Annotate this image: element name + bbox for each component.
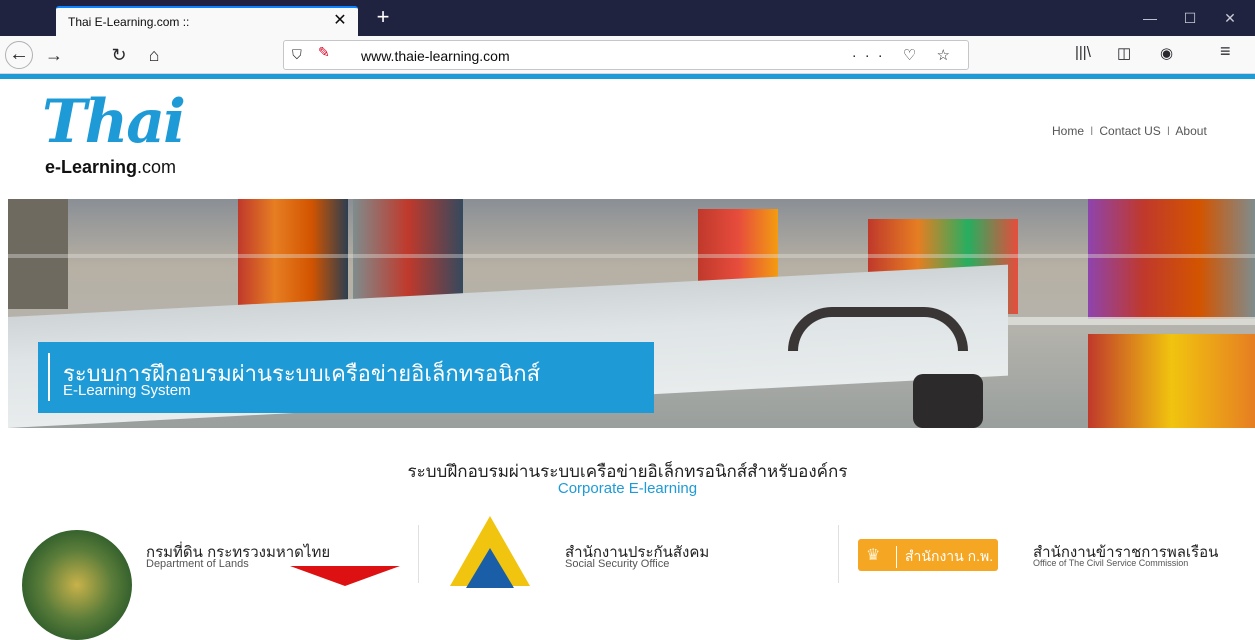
browser-titlebar: Thai E-Learning.com :: ✕ + — ☐ ✕	[0, 0, 1255, 36]
sidebar-icon[interactable]: ◫	[1117, 44, 1131, 62]
url-bar[interactable]: ⛉ ✎ www.thaie-learning.com ··· ♡ ☆	[283, 40, 969, 70]
org-sso-name-english[interactable]: Social Security Office	[565, 558, 669, 570]
nav-home-link[interactable]: Home	[1052, 124, 1084, 138]
org-ocsc-name-english[interactable]: Office of The Civil Service Commission	[1033, 558, 1188, 568]
nav-contact-link[interactable]: Contact US	[1099, 124, 1160, 138]
url-text[interactable]: www.thaie-learning.com	[361, 48, 510, 64]
library-icon[interactable]: |||\	[1075, 44, 1091, 61]
hero-caption: ระบบการฝึกอบรมผ่านระบบเครือข่ายอิเล็กทรอ…	[38, 342, 654, 413]
nav-separator: l	[1167, 124, 1170, 138]
ocsc-badge-text: สำนักงาน ก.พ.	[896, 546, 993, 568]
tab-title: Thai E-Learning.com ::	[68, 15, 190, 29]
reload-icon[interactable]: ↻	[105, 41, 133, 69]
org-divider	[418, 525, 419, 583]
insecure-lock-icon[interactable]: ✎	[318, 44, 330, 61]
page-actions-icons[interactable]: ··· ♡ ☆	[852, 46, 958, 64]
tracking-shield-icon[interactable]: ⛉	[292, 47, 302, 63]
site-logo-subtitle[interactable]: e-Learning.com	[45, 157, 176, 178]
red-ribbon-decoration	[290, 566, 400, 586]
browser-navbar: ← → ↻ ⌂ ⛉ ✎ www.thaie-learning.com ··· ♡…	[0, 36, 1255, 74]
hero-banner: ระบบการฝึกอบรมผ่านระบบเครือข่ายอิเล็กทรอ…	[8, 199, 1255, 428]
nav-about-link[interactable]: About	[1175, 124, 1206, 138]
department-of-lands-seal[interactable]	[22, 530, 132, 640]
menu-icon[interactable]: ≡	[1220, 41, 1231, 62]
ocsc-emblem-icon: ♛	[866, 547, 881, 564]
headphones-image	[788, 307, 968, 351]
home-icon[interactable]: ⌂	[140, 41, 168, 69]
top-navigation: Home l Contact US l About	[1052, 124, 1207, 138]
hero-title-english: E-Learning System	[63, 382, 191, 399]
browser-tab[interactable]: Thai E-Learning.com :: ✕	[56, 6, 358, 36]
forward-arrow-icon[interactable]: →	[40, 41, 68, 69]
close-window-icon[interactable]: ✕	[1210, 8, 1250, 28]
back-arrow-icon[interactable]: ←	[5, 41, 33, 69]
org-divider	[838, 525, 839, 583]
accent-strip	[0, 74, 1255, 79]
nav-separator: l	[1090, 124, 1094, 138]
minimize-icon[interactable]: —	[1130, 8, 1170, 28]
org-lands-name-english[interactable]: Department of Lands	[146, 558, 249, 570]
maximize-icon[interactable]: ☐	[1170, 8, 1210, 28]
account-icon[interactable]: ◉	[1160, 44, 1173, 62]
corporate-title-english: Corporate E-learning	[557, 480, 698, 497]
ocsc-logo[interactable]: ♛ สำนักงาน ก.พ.	[858, 539, 998, 571]
site-logo[interactable]: Thai	[42, 92, 186, 152]
close-tab-icon[interactable]: ✕	[330, 11, 350, 31]
new-tab-button[interactable]: +	[370, 5, 396, 31]
